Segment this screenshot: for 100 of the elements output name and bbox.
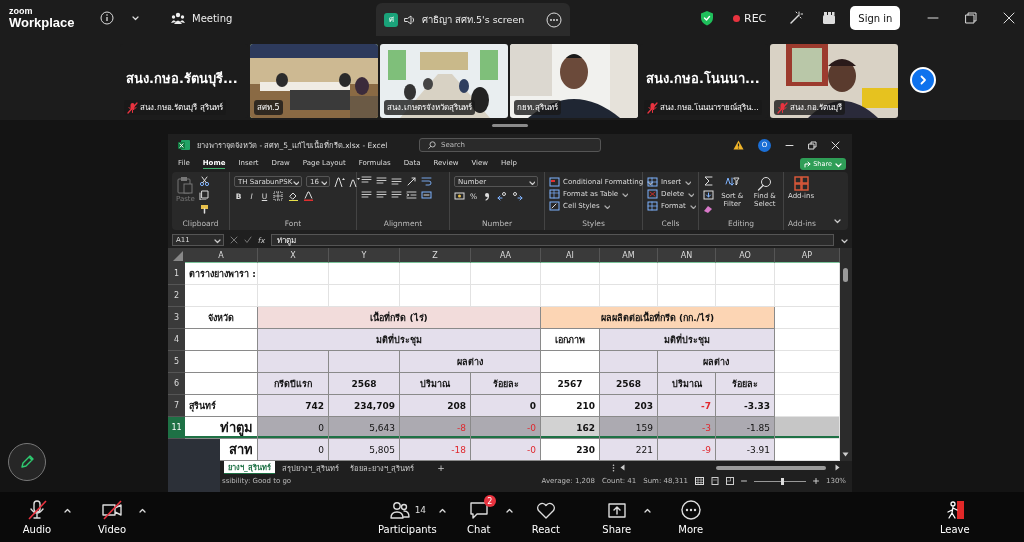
info-icon[interactable] <box>100 11 114 25</box>
row-header[interactable]: 11 <box>168 417 185 439</box>
participant-tile[interactable]: สศท.5 <box>250 44 378 118</box>
table-cell: 5,643 <box>329 417 400 439</box>
page-layout-icon[interactable] <box>711 477 719 485</box>
column-header[interactable]: AO <box>716 248 775 263</box>
column-header[interactable]: AI <box>541 248 600 263</box>
align-icon[interactable] <box>376 176 387 186</box>
format-painter-icon[interactable] <box>198 204 210 214</box>
indent-icon[interactable] <box>406 190 417 200</box>
align-icon[interactable] <box>361 190 372 200</box>
row-header[interactable]: 2 <box>168 285 185 307</box>
copy-icon[interactable] <box>198 190 210 200</box>
sign-in-button[interactable]: Sign in <box>850 6 901 30</box>
collapse-ribbon-icon[interactable] <box>833 217 842 224</box>
formula-field[interactable]: ท่าตูม <box>271 234 834 246</box>
decrease-decimal-icon[interactable] <box>512 191 523 201</box>
audio-button[interactable]: Audio <box>12 499 62 535</box>
caret-up-icon[interactable] <box>63 507 72 514</box>
row-header[interactable]: 5 <box>168 351 185 373</box>
more-icon[interactable] <box>546 11 562 28</box>
share-button[interactable]: Share <box>591 499 642 535</box>
column-header[interactable]: AP <box>775 248 840 263</box>
annotate-button[interactable] <box>8 443 46 481</box>
share-tab[interactable]: ศ ศาธิญา สศท.5's screen <box>376 3 570 36</box>
column-header[interactable]: AA <box>471 248 541 263</box>
close-icon[interactable] <box>831 140 840 150</box>
zoom-out-icon[interactable] <box>741 478 747 484</box>
video-button[interactable]: Video <box>87 499 137 535</box>
drag-handle[interactable] <box>492 124 528 127</box>
video-thumbnail[interactable] <box>168 439 220 492</box>
participant-tile[interactable]: สนง.เกษตรจังหวัดสุรินทร์ <box>380 44 508 118</box>
table-cell: 2568 <box>600 373 658 395</box>
wrap-text-icon[interactable] <box>421 176 432 186</box>
row-header[interactable]: 3 <box>168 307 185 329</box>
cancel-icon[interactable] <box>230 236 238 244</box>
scroll-right-icon[interactable] <box>835 464 840 471</box>
increase-decimal-icon[interactable] <box>497 191 508 201</box>
normal-view-icon[interactable] <box>695 477 704 485</box>
fill-down-icon[interactable] <box>703 190 714 200</box>
more-button[interactable]: More <box>665 499 716 535</box>
caret-icon[interactable] <box>131 14 141 22</box>
currency-icon[interactable] <box>454 191 465 201</box>
scroll-down-icon[interactable] <box>842 452 849 457</box>
borders-icon[interactable] <box>273 191 284 201</box>
zoom-in-icon[interactable] <box>813 478 819 484</box>
participants-button[interactable]: 14 Participants <box>378 499 437 535</box>
caret-up-icon[interactable] <box>138 507 147 514</box>
speaker-icon[interactable] <box>404 13 416 26</box>
column-header[interactable]: Z <box>400 248 471 263</box>
caret-up-icon[interactable] <box>437 507 447 514</box>
align-icon[interactable] <box>391 176 402 186</box>
restore-icon[interactable] <box>965 12 978 24</box>
scissors-icon[interactable] <box>198 176 210 186</box>
react-button[interactable]: React <box>520 499 571 535</box>
page-break-icon[interactable] <box>726 477 734 485</box>
row-header[interactable]: 4 <box>168 329 185 351</box>
row-header[interactable]: 1 <box>168 263 185 285</box>
eraser-icon[interactable] <box>703 204 714 214</box>
row-header[interactable]: 6 <box>168 373 185 395</box>
checkmark-icon[interactable] <box>244 236 252 244</box>
slider-thumb[interactable] <box>781 477 785 485</box>
row-header[interactable]: 7 <box>168 395 185 417</box>
apps-icon[interactable] <box>822 11 837 25</box>
align-icon[interactable] <box>361 176 372 186</box>
restore-icon[interactable] <box>808 140 817 150</box>
shield-icon[interactable] <box>700 10 714 26</box>
caret-up-icon[interactable] <box>642 507 652 514</box>
options-icon[interactable] <box>612 463 615 472</box>
column-header[interactable]: A <box>185 248 258 263</box>
add-sheet-button[interactable]: + <box>437 462 445 473</box>
brand-subtitle: Workplace <box>9 16 76 29</box>
font-color-icon[interactable] <box>303 191 314 201</box>
fill-color-icon[interactable] <box>288 191 299 201</box>
align-icon[interactable] <box>391 190 402 200</box>
column-header[interactable]: AN <box>658 248 716 263</box>
magic-wand-icon[interactable] <box>789 11 804 25</box>
scroll-thumb[interactable] <box>843 268 848 282</box>
scroll-left-icon[interactable] <box>620 464 625 471</box>
autosum-icon[interactable] <box>703 176 714 186</box>
column-header[interactable]: Y <box>329 248 400 263</box>
align-icon[interactable] <box>376 190 387 200</box>
close-icon[interactable] <box>1003 12 1016 24</box>
participant-tile[interactable]: สนง.กอ.รัตนบุรี <box>770 44 898 118</box>
merge-cells-icon[interactable] <box>421 190 432 200</box>
record-button[interactable]: REC <box>733 11 767 25</box>
meeting-button[interactable]: Meeting <box>171 12 233 24</box>
leave-button[interactable]: Leave <box>929 499 980 535</box>
orientation-icon[interactable] <box>406 176 417 186</box>
next-button[interactable] <box>910 67 936 93</box>
select-all-button[interactable] <box>168 248 185 263</box>
participant-tile[interactable]: กยท.สุรินทร์ <box>510 44 638 118</box>
decrease-font-icon[interactable] <box>349 176 360 187</box>
increase-font-icon[interactable] <box>334 176 345 187</box>
caret-up-icon[interactable] <box>504 507 514 514</box>
column-header[interactable]: X <box>258 248 329 263</box>
scroll-thumb[interactable] <box>716 465 826 470</box>
vertical-scrollbar[interactable] <box>840 248 852 461</box>
warning-icon[interactable] <box>733 140 744 150</box>
column-header[interactable]: AM <box>600 248 658 263</box>
